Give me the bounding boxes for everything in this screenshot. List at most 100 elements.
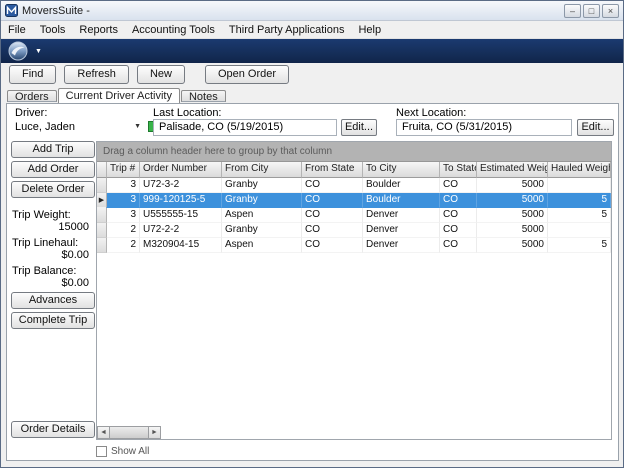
- cell-order: M320904-15: [140, 238, 222, 253]
- driver-combobox[interactable]: Luce, Jaden ▼: [15, 119, 143, 135]
- cell-est_weight: 5000: [477, 193, 548, 208]
- cell-trip: 2: [107, 223, 140, 238]
- find-button[interactable]: Find: [9, 65, 56, 84]
- cell-order: U72-3-2: [140, 178, 222, 193]
- window-title: MoversSuite -: [22, 5, 564, 17]
- cell-to_city: Denver: [363, 208, 440, 223]
- cell-from_city: Aspen: [222, 208, 302, 223]
- cell-to_city: Denver: [363, 238, 440, 253]
- tab-notes[interactable]: Notes: [181, 90, 226, 102]
- menu-item-reports[interactable]: Reports: [72, 22, 125, 38]
- app-window-icon: [5, 4, 18, 17]
- show-all-option: Show All: [96, 446, 149, 457]
- cell-order: 999-120125-5: [140, 193, 222, 208]
- last-location-label: Last Location:: [153, 107, 222, 119]
- cell-to_state: CO: [440, 178, 477, 193]
- cell-hauled: 5: [548, 193, 611, 208]
- menu-item-third-party-applications[interactable]: Third Party Applications: [222, 22, 352, 38]
- column-header-trip[interactable]: Trip #: [107, 162, 140, 178]
- cell-hauled: 5: [548, 238, 611, 253]
- tab-strip: OrdersCurrent Driver ActivityNotes: [7, 88, 227, 103]
- title-bar[interactable]: MoversSuite - – □ ×: [1, 1, 623, 21]
- cell-order: U555555-15: [140, 208, 222, 223]
- cell-from_state: CO: [302, 193, 363, 208]
- row-indicator-cell: [97, 208, 107, 223]
- cell-from_city: Granby: [222, 178, 302, 193]
- menu-item-tools[interactable]: Tools: [33, 22, 73, 38]
- cell-trip: 3: [107, 178, 140, 193]
- open-order-button[interactable]: Open Order: [205, 65, 289, 84]
- order-details-button[interactable]: Order Details: [11, 421, 95, 438]
- scroll-right-icon[interactable]: ►: [148, 426, 161, 439]
- next-location-field[interactable]: Fruita, CO (5/31/2015): [396, 119, 572, 136]
- trip-linehaul-label: Trip Linehaul:: [12, 237, 78, 249]
- driver-dropdown-icon[interactable]: ▼: [132, 119, 143, 135]
- new-button[interactable]: New: [137, 65, 185, 84]
- horizontal-scrollbar[interactable]: ◄ ►: [97, 426, 161, 439]
- scrollbar-thumb[interactable]: [110, 426, 148, 439]
- advances-button[interactable]: Advances: [11, 292, 95, 309]
- column-header-from-city[interactable]: From City: [222, 162, 302, 178]
- cell-from_state: CO: [302, 178, 363, 193]
- cell-from_city: Granby: [222, 223, 302, 238]
- scroll-left-icon[interactable]: ◄: [97, 426, 110, 439]
- row-indicator-cell: ▶: [97, 193, 107, 208]
- show-all-checkbox[interactable]: [96, 446, 107, 457]
- delete-order-button[interactable]: Delete Order: [11, 181, 95, 198]
- column-header-to-city[interactable]: To City: [363, 162, 440, 178]
- tab-current-driver-activity[interactable]: Current Driver Activity: [58, 88, 180, 103]
- tab-orders[interactable]: Orders: [7, 90, 57, 102]
- group-by-panel[interactable]: Drag a column header here to group by th…: [97, 142, 611, 162]
- cell-to_city: Boulder: [363, 178, 440, 193]
- cell-from_state: CO: [302, 223, 363, 238]
- menu-item-file[interactable]: File: [1, 22, 33, 38]
- add-trip-button[interactable]: Add Trip: [11, 141, 95, 158]
- maximize-icon[interactable]: □: [583, 4, 600, 18]
- grid-rows: 3U72-3-2GranbyCOBoulderCO5000▶3999-12012…: [97, 178, 611, 253]
- table-row[interactable]: ▶3999-120125-5GranbyCOBoulderCO50005: [97, 193, 611, 208]
- column-header-from-state[interactable]: From State: [302, 162, 363, 178]
- table-row[interactable]: 2M320904-15AspenCODenverCO50005: [97, 238, 611, 253]
- table-row[interactable]: 2U72-2-2GranbyCODenverCO5000: [97, 223, 611, 238]
- complete-trip-button[interactable]: Complete Trip: [11, 312, 95, 329]
- cell-to_state: CO: [440, 223, 477, 238]
- driver-label: Driver:: [15, 107, 47, 119]
- cell-est_weight: 5000: [477, 208, 548, 223]
- brand-banner[interactable]: ▼: [1, 39, 623, 63]
- column-header-to-state[interactable]: To State: [440, 162, 477, 178]
- orders-grid: Drag a column header here to group by th…: [96, 141, 612, 440]
- moverssuite-logo-icon: [8, 41, 28, 61]
- banner-dropdown-icon[interactable]: ▼: [35, 48, 42, 55]
- cell-to_state: CO: [440, 193, 477, 208]
- minimize-icon[interactable]: –: [564, 4, 581, 18]
- edit-next-location-button[interactable]: Edit...: [577, 119, 614, 136]
- cell-trip: 2: [107, 238, 140, 253]
- row-indicator-cell: [97, 223, 107, 238]
- cell-to_city: Boulder: [363, 193, 440, 208]
- close-icon[interactable]: ×: [602, 4, 619, 18]
- column-header-estimated-weight[interactable]: Estimated Weight: [477, 162, 548, 178]
- column-header-order-number[interactable]: Order Number: [140, 162, 222, 178]
- cell-trip: 3: [107, 208, 140, 223]
- toolbar: Find Refresh New Open Order: [9, 65, 297, 84]
- add-order-button[interactable]: Add Order: [11, 161, 95, 178]
- row-indicator-cell: [97, 238, 107, 253]
- show-all-label: Show All: [111, 446, 149, 457]
- indicator-column-header: [97, 162, 107, 178]
- trip-weight-value: 15000: [11, 221, 89, 233]
- column-header-hauled-weight[interactable]: Hauled Weight: [548, 162, 611, 178]
- trip-linehaul-value: $0.00: [11, 249, 89, 261]
- cell-hauled: 5: [548, 208, 611, 223]
- menu-item-help[interactable]: Help: [351, 22, 388, 38]
- table-row[interactable]: 3U72-3-2GranbyCOBoulderCO5000: [97, 178, 611, 193]
- menu-item-accounting-tools[interactable]: Accounting Tools: [125, 22, 222, 38]
- cell-to_state: CO: [440, 238, 477, 253]
- refresh-button[interactable]: Refresh: [64, 65, 129, 84]
- row-indicator-cell: [97, 178, 107, 193]
- trip-balance-value: $0.00: [11, 277, 89, 289]
- last-location-field[interactable]: Palisade, CO (5/19/2015): [153, 119, 337, 136]
- edit-last-location-button[interactable]: Edit...: [341, 119, 377, 136]
- table-row[interactable]: 3U555555-15AspenCODenverCO50005: [97, 208, 611, 223]
- driver-value: Luce, Jaden: [15, 119, 132, 135]
- cell-hauled: [548, 223, 611, 238]
